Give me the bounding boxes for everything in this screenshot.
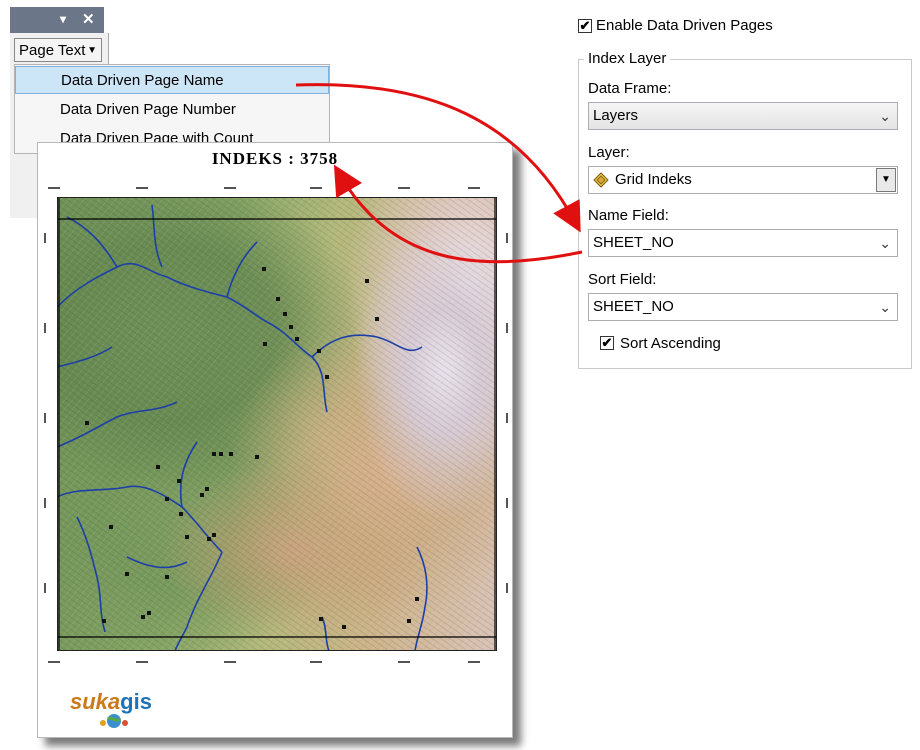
point-features: [85, 267, 419, 629]
chevron-down-icon: ⌄: [879, 235, 891, 251]
sukagis-logo: sukagis: [70, 689, 152, 714]
enable-data-driven-pages-checkbox[interactable]: ✔: [578, 19, 592, 33]
layer-select[interactable]: Grid Indeks ▼: [588, 166, 898, 194]
sort-field-label: Sort Field:: [588, 271, 657, 288]
map-overlay: [57, 197, 497, 651]
logo-globe-icon: [100, 714, 128, 728]
close-icon[interactable]: ✕: [82, 10, 95, 28]
data-frame-select[interactable]: Layers ⌄: [588, 102, 898, 130]
polygon-layer-icon: [593, 172, 609, 188]
sort-field-select[interactable]: SHEET_NO ⌄: [588, 293, 898, 321]
name-field-select[interactable]: SHEET_NO ⌄: [588, 229, 898, 257]
name-field-label: Name Field:: [588, 207, 669, 224]
map-layout-page: INDEKS : 3758 sukagis: [37, 142, 513, 738]
page-text-button[interactable]: Page Text ▼: [14, 38, 102, 62]
page-text-button-label: Page Text: [19, 42, 86, 59]
sort-ascending-label: Sort Ascending: [620, 335, 721, 352]
chevron-down-icon: ⌄: [879, 299, 891, 315]
toolbar-menu-chevron-icon[interactable]: ▾: [60, 12, 66, 26]
map-frame: [57, 197, 497, 651]
data-frame-value: Layers: [593, 107, 639, 124]
rivers: [57, 204, 428, 651]
page-text-menu: Data Driven Page Name Data Driven Page N…: [14, 64, 330, 154]
map-neatline: [57, 197, 497, 651]
menu-item-label: Data Driven Page Name: [61, 72, 224, 89]
layer-value: Grid Indeks: [615, 171, 692, 188]
menu-item-label: Data Driven Page Number: [60, 101, 236, 118]
sort-field-value: SHEET_NO: [593, 298, 674, 315]
data-frame-label: Data Frame:: [588, 80, 672, 97]
toolbar-titlebar: ▾ ✕: [10, 7, 104, 33]
sort-ascending-checkbox[interactable]: ✔: [600, 336, 614, 350]
menu-item-data-driven-page-number[interactable]: Data Driven Page Number: [15, 96, 329, 124]
enable-data-driven-pages-label: Enable Data Driven Pages: [596, 17, 773, 34]
layer-label: Layer:: [588, 144, 630, 161]
chevron-down-icon: ⌄: [879, 108, 891, 124]
name-field-value: SHEET_NO: [593, 234, 674, 251]
dropdown-arrow-icon[interactable]: ▼: [876, 168, 896, 192]
index-layer-group-title: Index Layer: [584, 50, 671, 67]
menu-item-data-driven-page-name[interactable]: Data Driven Page Name: [15, 66, 329, 94]
chevron-down-icon: ▼: [87, 45, 97, 56]
